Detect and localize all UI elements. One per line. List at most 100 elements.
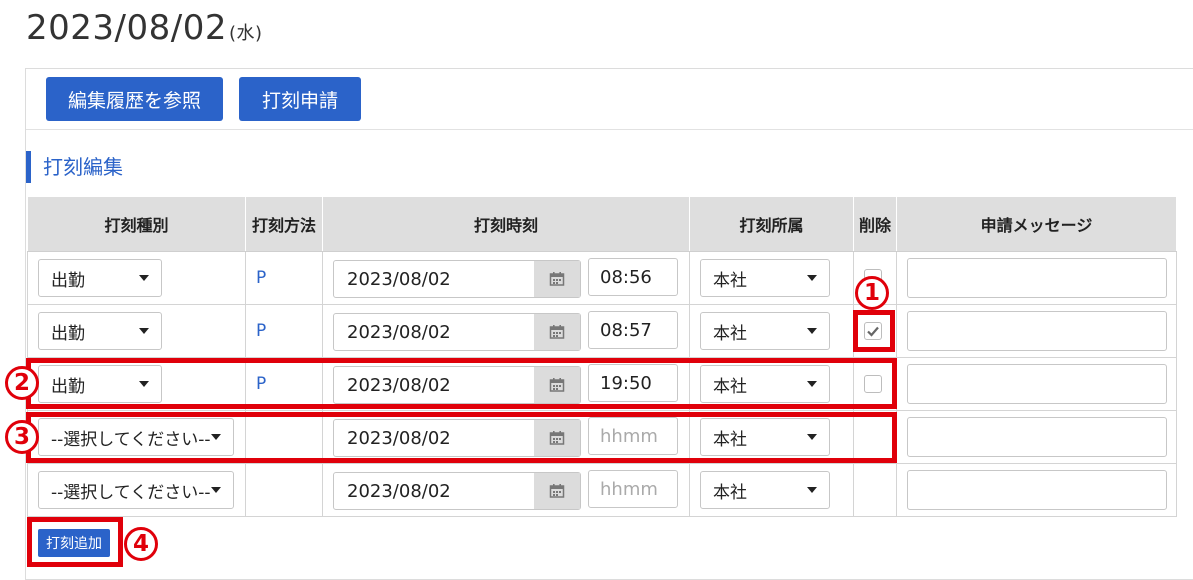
page-title-weekday: (水) xyxy=(228,23,263,44)
punch-dept-select[interactable]: 本社 xyxy=(700,418,830,456)
message-input[interactable] xyxy=(907,417,1167,457)
cell-punch-type: 出勤 xyxy=(27,251,246,305)
message-input[interactable] xyxy=(907,470,1167,510)
date-value: 2023/08/02 xyxy=(347,374,451,396)
cell-message xyxy=(896,304,1177,358)
time-value: 19:50 xyxy=(600,372,652,394)
punch-method-value: P xyxy=(256,268,267,288)
annotation-number-4: 4 xyxy=(124,527,158,561)
punch-request-button[interactable]: 打刻申請 xyxy=(239,77,361,121)
chevron-down-icon xyxy=(139,381,149,387)
table-header-row: 打刻種別 打刻方法 打刻時刻 打刻所属 削除 申請メッセージ xyxy=(27,196,1177,252)
punch-type-select[interactable]: 出勤 xyxy=(38,312,162,350)
punch-dept-value: 本社 xyxy=(713,323,747,344)
cell-punch-dept: 本社 xyxy=(689,410,854,464)
cell-punch-type: 出勤 xyxy=(27,357,246,411)
punch-type-value: --選択してください-- xyxy=(51,429,211,450)
punch-dept-value: 本社 xyxy=(713,429,747,450)
punch-dept-select[interactable]: 本社 xyxy=(700,259,830,297)
punch-method-value: P xyxy=(256,321,267,341)
punch-dept-select[interactable]: 本社 xyxy=(700,365,830,403)
cell-delete xyxy=(853,463,897,517)
chevron-down-icon xyxy=(807,381,817,387)
annotation-number-2: 2 xyxy=(5,366,39,400)
annotation-number-3: 3 xyxy=(5,420,39,454)
punch-type-value: 出勤 xyxy=(51,323,85,344)
cell-punch-type: 出勤 xyxy=(27,304,246,358)
cell-punch-time: 2023/08/02 08:56 xyxy=(322,251,690,305)
cell-punch-dept: 本社 xyxy=(689,463,854,517)
annotation-number-1: 1 xyxy=(855,276,889,310)
cell-punch-method xyxy=(245,463,323,517)
punch-dept-select[interactable]: 本社 xyxy=(700,471,830,509)
date-input[interactable]: 2023/08/02 xyxy=(333,313,581,351)
cell-message xyxy=(896,357,1177,411)
cell-delete xyxy=(853,410,897,464)
chevron-down-icon xyxy=(807,434,817,440)
time-value: 08:57 xyxy=(600,319,652,341)
time-input[interactable]: 19:50 xyxy=(588,364,678,402)
cell-punch-method: P xyxy=(245,251,323,305)
message-input[interactable] xyxy=(907,258,1167,298)
punch-type-select[interactable]: --選択してください-- xyxy=(38,471,234,509)
date-input[interactable]: 2023/08/02 xyxy=(333,419,581,457)
punch-type-value: 出勤 xyxy=(51,376,85,397)
chevron-down-icon xyxy=(807,487,817,493)
cell-punch-dept: 本社 xyxy=(689,251,854,305)
cell-punch-dept: 本社 xyxy=(689,357,854,411)
add-punch-button[interactable]: 打刻追加 xyxy=(38,529,110,557)
punch-table: 打刻種別 打刻方法 打刻時刻 打刻所属 削除 申請メッセージ 出勤 P 2023… xyxy=(27,196,1177,517)
view-history-button[interactable]: 編集履歴を参照 xyxy=(46,77,223,121)
date-value: 2023/08/02 xyxy=(347,480,451,502)
header-delete: 削除 xyxy=(853,196,897,252)
punch-dept-select[interactable]: 本社 xyxy=(700,312,830,350)
time-value: hhmm xyxy=(600,425,658,447)
date-value: 2023/08/02 xyxy=(347,268,451,290)
time-input[interactable]: 08:56 xyxy=(588,258,678,296)
section-title: 打刻編集 xyxy=(26,151,123,183)
date-input[interactable]: 2023/08/02 xyxy=(333,260,581,298)
cell-punch-time: 2023/08/02 hhmm xyxy=(322,463,690,517)
table-row: 出勤 P 2023/08/02 08:57 本社 xyxy=(27,304,1177,358)
punch-method-value: P xyxy=(256,374,267,394)
edit-panel: 編集履歴を参照 打刻申請 打刻編集 打刻種別 打刻方法 打刻時刻 打刻所属 削除… xyxy=(25,68,1193,580)
cell-punch-method: P xyxy=(245,304,323,358)
date-input[interactable]: 2023/08/02 xyxy=(333,472,581,510)
date-input[interactable]: 2023/08/02 xyxy=(333,366,581,404)
time-value: hhmm xyxy=(600,478,658,500)
punch-type-select[interactable]: --選択してください-- xyxy=(38,418,234,456)
cell-message xyxy=(896,463,1177,517)
punch-type-select[interactable]: 出勤 xyxy=(38,259,162,297)
header-punch-time: 打刻時刻 xyxy=(322,196,690,252)
calendar-icon[interactable] xyxy=(534,420,580,456)
cell-punch-method xyxy=(245,410,323,464)
chevron-down-icon xyxy=(139,275,149,281)
cell-punch-type: --選択してください-- xyxy=(27,410,246,464)
time-value: 08:56 xyxy=(600,266,652,288)
header-punch-type: 打刻種別 xyxy=(27,196,246,252)
time-input[interactable]: 08:57 xyxy=(588,311,678,349)
chevron-down-icon xyxy=(211,434,221,440)
chevron-down-icon xyxy=(807,275,817,281)
calendar-icon[interactable] xyxy=(534,367,580,403)
punch-type-value: 出勤 xyxy=(51,270,85,291)
punch-type-select[interactable]: 出勤 xyxy=(38,365,162,403)
calendar-icon[interactable] xyxy=(534,314,580,350)
chevron-down-icon xyxy=(139,328,149,334)
cell-punch-time: 2023/08/02 hhmm xyxy=(322,410,690,464)
cell-punch-type: --選択してください-- xyxy=(27,463,246,517)
time-input[interactable]: hhmm xyxy=(588,417,678,455)
message-input[interactable] xyxy=(907,311,1167,351)
message-input[interactable] xyxy=(907,364,1167,404)
delete-checkbox[interactable] xyxy=(864,322,882,340)
header-punch-method: 打刻方法 xyxy=(245,196,323,252)
calendar-icon[interactable] xyxy=(534,473,580,509)
date-value: 2023/08/02 xyxy=(347,321,451,343)
cell-delete xyxy=(853,304,897,358)
calendar-icon[interactable] xyxy=(534,261,580,297)
table-row: --選択してください-- 2023/08/02 hhmm 本社 xyxy=(27,463,1177,517)
cell-punch-time: 2023/08/02 08:57 xyxy=(322,304,690,358)
header-punch-dept: 打刻所属 xyxy=(689,196,854,252)
delete-checkbox[interactable] xyxy=(864,375,882,393)
time-input[interactable]: hhmm xyxy=(588,470,678,508)
